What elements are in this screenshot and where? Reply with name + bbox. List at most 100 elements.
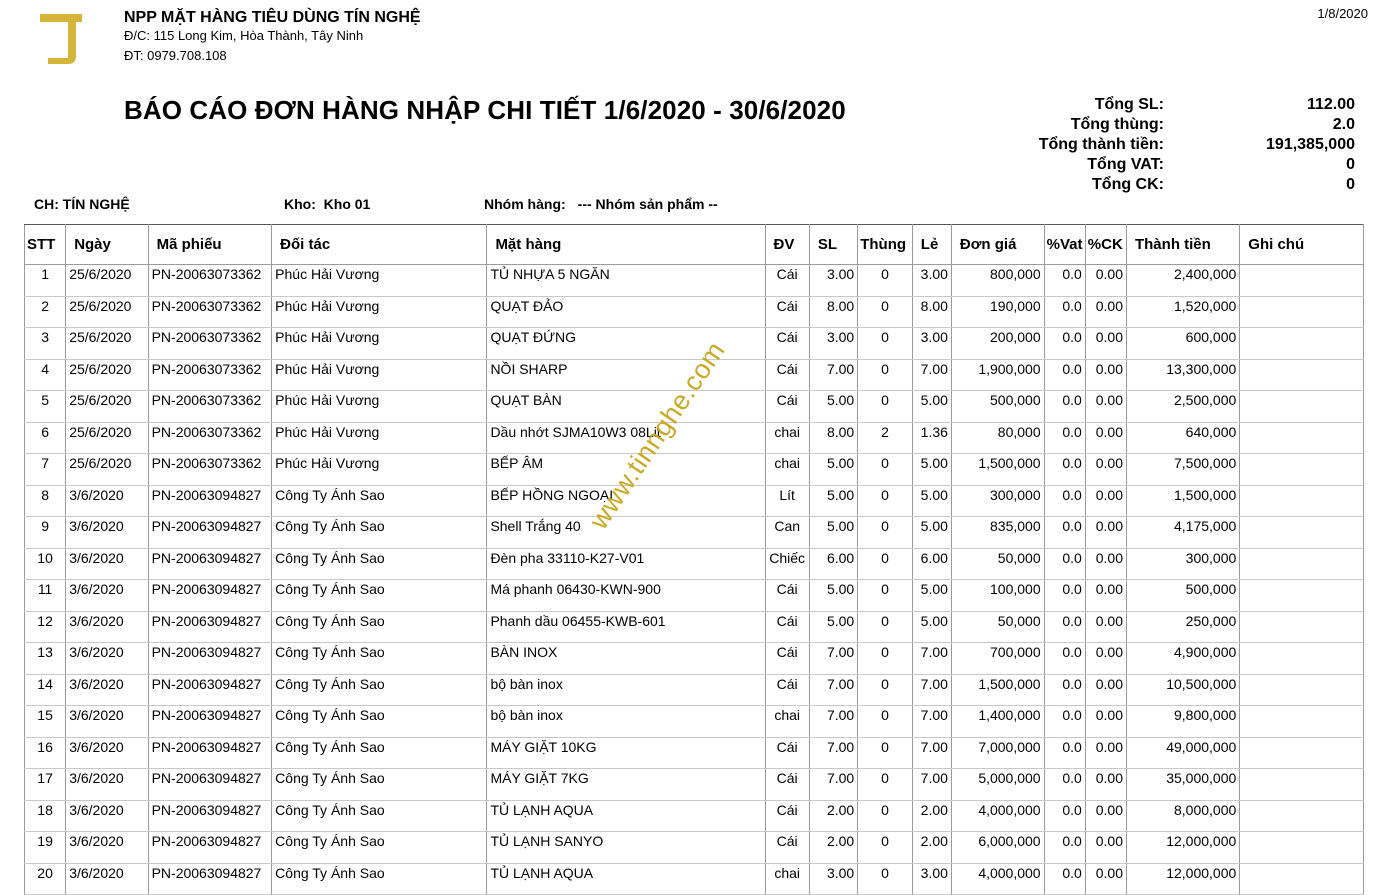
- cell-loose: 7.00: [911, 737, 952, 769]
- table-row: 14 3/6/2020 PN-20063094827 Công Ty Ánh Sao b…: [23, 674, 1364, 706]
- filter-product-group: Nhóm hàng: --- Nhóm sản phẩm --: [484, 196, 718, 212]
- cell-stt: 12: [23, 611, 67, 643]
- cell-stt: 15: [23, 705, 67, 738]
- cell-code: PN-20063094827: [147, 611, 273, 643]
- cell-unit-price: 50,000: [950, 548, 1045, 580]
- cell-amount: 7,500,000: [1125, 453, 1241, 486]
- cell-stt: 8: [23, 485, 67, 517]
- cell-date: 25/6/2020: [65, 327, 149, 360]
- cell-partner: Phúc Hải Vương: [271, 327, 488, 360]
- cell-item: Dầu nhớt SJMA10W3 08Lit: [486, 422, 766, 454]
- cell-stt: 5: [23, 390, 67, 423]
- col-header-stt: STT: [23, 224, 67, 265]
- cell-code: PN-20063073362: [147, 390, 273, 423]
- cell-vat: 0.0: [1043, 768, 1086, 801]
- cell-unit-price: 4,000,000: [950, 863, 1045, 895]
- cell-amount: 49,000,000: [1125, 737, 1241, 769]
- col-header-discount: %CK: [1084, 224, 1127, 265]
- cell-stt: 16: [23, 737, 67, 769]
- cell-item: BÀN INOX: [486, 642, 766, 675]
- table-row: 16 3/6/2020 PN-20063094827 Công Ty Ánh Sao M…: [23, 737, 1364, 769]
- cell-amount: 4,900,000: [1125, 642, 1241, 675]
- cell-vat: 0.0: [1043, 390, 1086, 423]
- total-label: Tổng SL:: [1094, 96, 1164, 113]
- cell-unit-price: 1,500,000: [950, 453, 1045, 486]
- cell-unit-price: 50,000: [950, 611, 1045, 643]
- cell-stt: 18: [23, 800, 67, 832]
- cell-boxes: 0: [857, 800, 913, 832]
- table-row: 18 3/6/2020 PN-20063094827 Công Ty Ánh Sao T…: [23, 800, 1364, 832]
- cell-code: PN-20063094827: [147, 768, 273, 801]
- col-header-qty: SL: [808, 224, 859, 265]
- cell-note: [1239, 264, 1364, 297]
- cell-partner: Công Ty Ánh Sao: [271, 548, 488, 580]
- cell-note: [1239, 390, 1364, 423]
- cell-loose: 6.00: [911, 548, 952, 580]
- cell-discount: 0.00: [1084, 579, 1127, 612]
- cell-date: 25/6/2020: [65, 296, 149, 328]
- cell-amount: 12,000,000: [1125, 831, 1241, 864]
- cell-item: Đèn pha 33110-K27-V01: [486, 548, 766, 580]
- cell-partner: Công Ty Ánh Sao: [271, 705, 488, 738]
- company-name: NPP MẶT HÀNG TIÊU DÙNG TÍN NGHỆ: [124, 9, 421, 26]
- cell-qty: 7.00: [808, 642, 859, 675]
- cell-stt: 10: [23, 548, 67, 580]
- print-date: 1/8/2020: [1317, 6, 1368, 21]
- cell-note: [1239, 579, 1364, 612]
- cell-vat: 0.0: [1043, 831, 1086, 864]
- table-row: 11 3/6/2020 PN-20063094827 Công Ty Ánh Sao M…: [23, 579, 1364, 612]
- table-row: 7 25/6/2020 PN-20063073362 Phúc Hải Vương BẾ…: [23, 453, 1364, 486]
- cell-note: [1239, 800, 1364, 832]
- cell-boxes: 2: [857, 422, 913, 454]
- cell-unit-price: 1,900,000: [950, 359, 1045, 391]
- cell-amount: 250,000: [1125, 611, 1241, 643]
- cell-discount: 0.00: [1084, 327, 1127, 360]
- cell-note: [1239, 863, 1364, 895]
- cell-unit: Cái: [764, 390, 810, 423]
- cell-stt: 19: [23, 831, 67, 864]
- cell-amount: 35,000,000: [1125, 768, 1241, 801]
- cell-amount: 13,300,000: [1125, 359, 1241, 391]
- cell-loose: 3.00: [911, 863, 952, 895]
- cell-partner: Công Ty Ánh Sao: [271, 642, 488, 675]
- cell-unit-price: 190,000: [950, 296, 1045, 328]
- cell-code: PN-20063094827: [147, 831, 273, 864]
- cell-date: 3/6/2020: [65, 579, 149, 612]
- cell-code: PN-20063073362: [147, 264, 273, 297]
- cell-loose: 3.00: [911, 327, 952, 360]
- cell-vat: 0.0: [1043, 453, 1086, 486]
- cell-unit: Cái: [764, 359, 810, 391]
- cell-discount: 0.00: [1084, 737, 1127, 769]
- cell-boxes: 0: [857, 831, 913, 864]
- cell-boxes: 0: [857, 453, 913, 486]
- cell-unit: Cái: [764, 674, 810, 706]
- total-row-discount: Tổng CK: 0: [1000, 176, 1360, 196]
- cell-vat: 0.0: [1043, 516, 1086, 549]
- cell-vat: 0.0: [1043, 737, 1086, 769]
- cell-vat: 0.0: [1043, 863, 1086, 895]
- table-header: STT Ngày Mã phiếu Đối tác Mặt hàng ĐV SL…: [23, 224, 1364, 265]
- cell-qty: 5.00: [808, 611, 859, 643]
- total-value: 191,385,000: [1266, 136, 1355, 153]
- cell-qty: 7.00: [808, 674, 859, 706]
- cell-item: TỦ LẠNH AQUA: [486, 800, 766, 832]
- table-row: 2 25/6/2020 PN-20063073362 Phúc Hải Vương QU…: [23, 296, 1364, 328]
- cell-note: [1239, 548, 1364, 580]
- cell-unit: Cái: [764, 579, 810, 612]
- cell-date: 25/6/2020: [65, 422, 149, 454]
- col-header-vat: %Vat: [1043, 224, 1086, 265]
- cell-stt: 9: [23, 516, 67, 549]
- total-value: 112.00: [1306, 96, 1355, 113]
- total-row-amount: Tổng thành tiền: 191,385,000: [1000, 136, 1360, 156]
- cell-loose: 2.00: [911, 800, 952, 832]
- cell-partner: Công Ty Ánh Sao: [271, 800, 488, 832]
- cell-unit: Cái: [764, 831, 810, 864]
- cell-unit: Cái: [764, 800, 810, 832]
- cell-note: [1239, 705, 1364, 738]
- cell-stt: 6: [23, 422, 67, 454]
- total-label: Tổng thùng:: [1070, 116, 1164, 133]
- cell-item: Shell Trắng 40: [486, 516, 766, 549]
- cell-vat: 0.0: [1043, 327, 1086, 360]
- cell-loose: 7.00: [911, 359, 952, 391]
- cell-vat: 0.0: [1043, 422, 1086, 454]
